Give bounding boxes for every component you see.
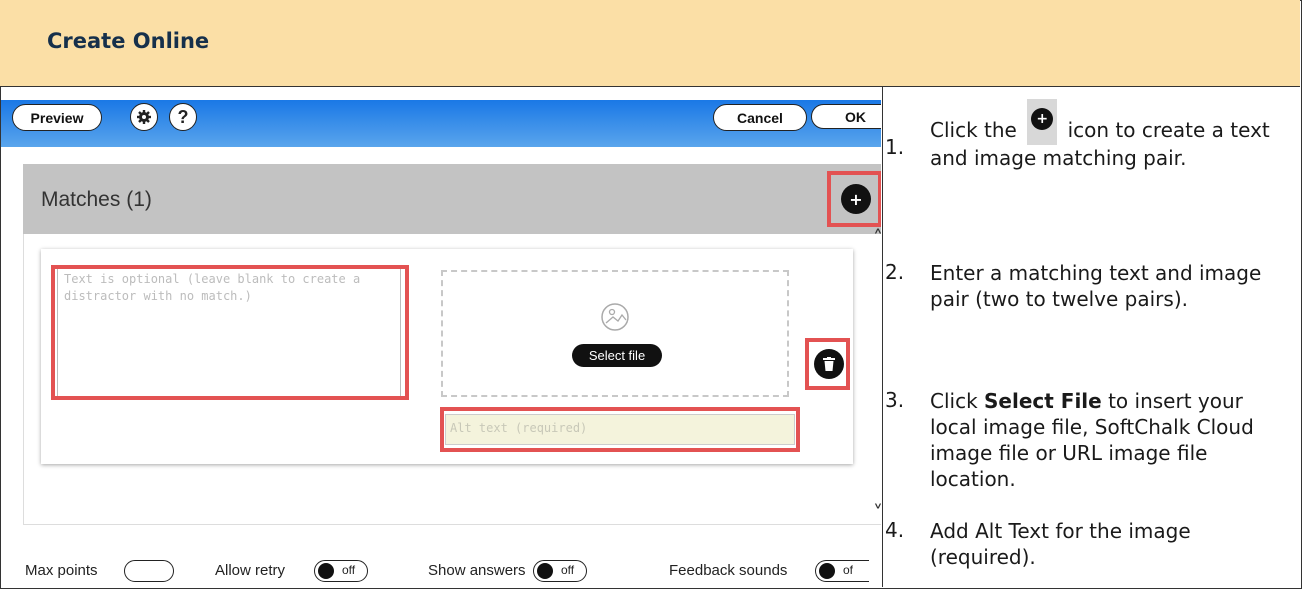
matches-header: Matches (1) [23, 164, 881, 234]
toggle-knob [318, 563, 334, 579]
step-text: Add Alt Text for the image (required). [930, 519, 1191, 569]
step-number: 3. [885, 388, 905, 412]
toggle-knob [819, 563, 835, 579]
feedback-sounds-toggle[interactable]: of [815, 560, 869, 582]
preview-label: Preview [30, 109, 84, 126]
highlight-add-button [827, 171, 881, 227]
max-points-input[interactable] [124, 560, 174, 582]
step1-before: Click the [930, 118, 1017, 142]
step-number: 2. [885, 260, 905, 284]
preview-button[interactable]: Preview [12, 104, 102, 131]
max-points-label: Max points [25, 562, 98, 579]
toolbar: Preview ? Cancel OK [1, 100, 881, 147]
step-number: 4. [885, 518, 905, 542]
ok-button[interactable]: OK [811, 104, 881, 129]
settings-button[interactable] [130, 103, 158, 131]
highlight-alt-text [440, 407, 800, 452]
allow-retry-toggle[interactable]: off [314, 560, 368, 582]
instructions-panel: 1. Click the icon to create a text and i… [882, 87, 1301, 587]
cancel-button[interactable]: Cancel [713, 104, 807, 131]
cancel-label: Cancel [737, 109, 783, 126]
help-icon: ? [177, 106, 189, 127]
highlight-text-input [51, 265, 409, 400]
gear-icon [137, 110, 151, 124]
step-text: Click Select File to insert your local i… [930, 388, 1292, 492]
step-number: 1. [885, 135, 905, 159]
chevron-up-icon[interactable]: ˄ [873, 226, 881, 250]
chevron-down-icon[interactable]: ˅ [873, 501, 881, 525]
step3-before: Click [930, 389, 978, 413]
page-title: Create Online [47, 29, 210, 53]
image-icon [601, 303, 629, 331]
show-answers-label: Show answers [428, 562, 526, 579]
feedback-sounds-label: Feedback sounds [669, 562, 788, 579]
settings-bar: Max points Allow retry off Show answers … [1, 554, 881, 588]
highlight-delete-button [805, 338, 850, 390]
select-file-button[interactable]: Select file [572, 344, 662, 367]
select-file-label: Select file [588, 348, 646, 363]
image-dropzone[interactable]: Select file [441, 270, 789, 397]
allow-retry-label: Allow retry [215, 562, 286, 579]
show-answers-toggle[interactable]: off [533, 560, 587, 582]
show-answers-state: off [561, 563, 575, 577]
header: Create Online [0, 0, 1300, 87]
help-button[interactable]: ? [169, 103, 197, 131]
editor-screenshot: Preview ? Cancel OK Matches (1) + ˄ ˅ Te… [1, 87, 881, 588]
toggle-knob [537, 563, 553, 579]
step-text: Click the icon to create a text and imag… [930, 99, 1292, 171]
step3-bold: Select File [984, 389, 1102, 413]
allow-retry-state: off [342, 563, 356, 577]
plus-icon [1027, 99, 1058, 145]
ok-label: OK [845, 108, 866, 125]
feedback-sounds-state: of [843, 563, 854, 577]
matches-title: Matches (1) [41, 188, 152, 211]
step-text: Enter a matching text and image pair (tw… [930, 261, 1262, 311]
